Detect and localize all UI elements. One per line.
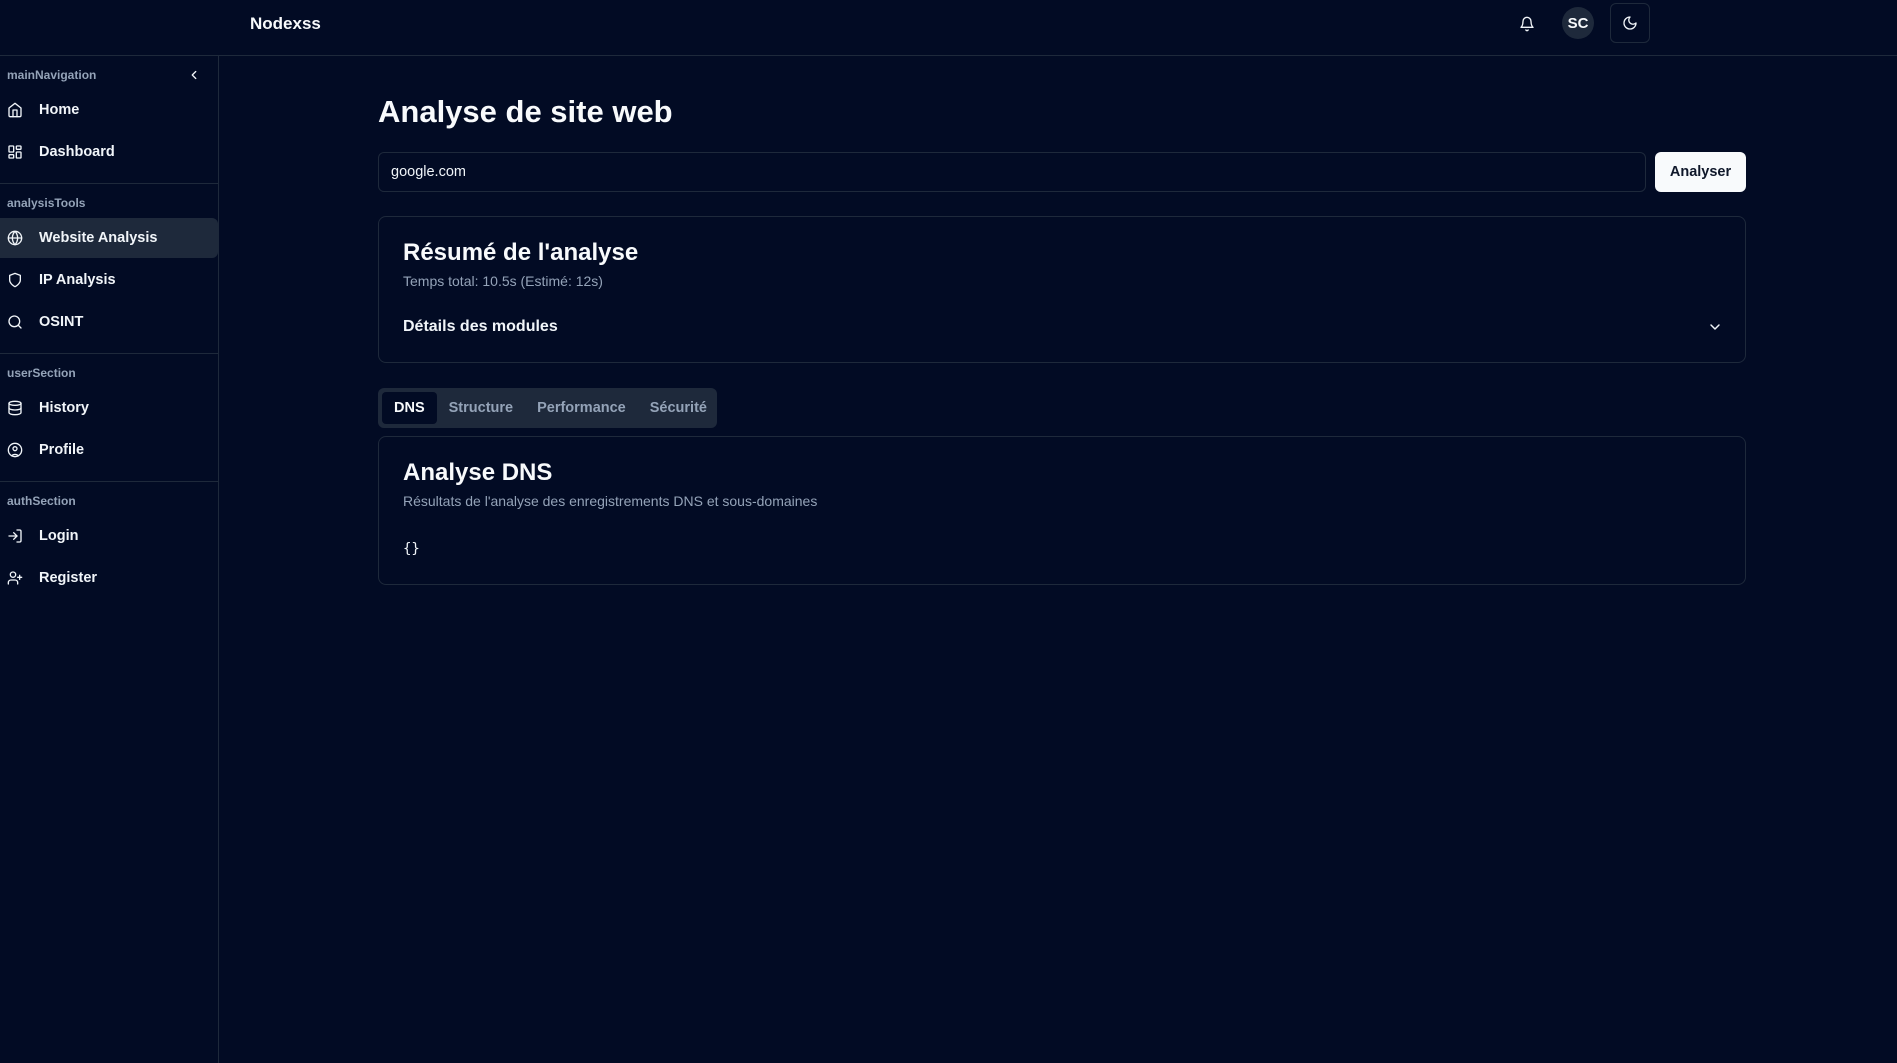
sidebar-item-label: Profile bbox=[39, 442, 85, 458]
summary-title: Résumé de l'analyse bbox=[403, 239, 639, 266]
bell-icon bbox=[1520, 16, 1534, 32]
sidebar-item-label: Dashboard bbox=[39, 144, 115, 160]
app-logo[interactable]: Nodexss bbox=[250, 14, 321, 34]
sidebar-item-label: OSINT bbox=[39, 314, 84, 330]
dns-subtitle: Résultats de l'analyse des enregistremen… bbox=[403, 493, 818, 509]
sidebar-item-profile[interactable]: Profile bbox=[0, 430, 218, 470]
dashboard-icon bbox=[7, 144, 23, 160]
tab-performance[interactable]: Performance bbox=[525, 392, 638, 424]
sidebar-section-title: authSection bbox=[7, 494, 76, 508]
summary-card: Résumé de l'analyse Temps total: 10.5s (… bbox=[378, 216, 1746, 363]
summary-subtitle: Temps total: 10.5s (Estimé: 12s) bbox=[403, 273, 603, 289]
sidebar-section-title: mainNavigation bbox=[7, 68, 97, 82]
sidebar-section-main: mainNavigation Home Dashboard bbox=[0, 56, 218, 184]
url-input[interactable] bbox=[378, 152, 1646, 192]
module-details-label: Détails des modules bbox=[403, 318, 558, 335]
top-bar: Nodexss SC bbox=[0, 0, 1897, 56]
sidebar: mainNavigation Home Dashboard analysisTo… bbox=[0, 56, 219, 1063]
avatar[interactable]: SC bbox=[1562, 7, 1594, 39]
page-title: Analyse de site web bbox=[378, 94, 673, 129]
dns-json-output: {} bbox=[403, 541, 420, 557]
dns-card: Analyse DNS Résultats de l'analyse des e… bbox=[378, 436, 1746, 585]
shield-icon bbox=[7, 272, 23, 288]
sidebar-item-home[interactable]: Home bbox=[0, 90, 218, 130]
sidebar-section-title: userSection bbox=[7, 366, 76, 380]
moon-icon bbox=[1623, 16, 1637, 30]
sidebar-item-website-analysis[interactable]: Website Analysis bbox=[0, 218, 218, 258]
theme-toggle-button[interactable] bbox=[1610, 3, 1650, 43]
database-icon bbox=[7, 400, 23, 416]
sidebar-item-dashboard[interactable]: Dashboard bbox=[0, 132, 218, 172]
tab-structure[interactable]: Structure bbox=[437, 392, 525, 424]
sidebar-item-history[interactable]: History bbox=[0, 388, 218, 428]
chevron-left-icon bbox=[191, 70, 197, 80]
sidebar-section-auth: authSection Login Register bbox=[0, 482, 218, 609]
tab-securite[interactable]: Sécurité bbox=[638, 392, 719, 424]
analysis-tabs: DNS Structure Performance Sécurité bbox=[378, 388, 717, 428]
analyse-button[interactable]: Analyser bbox=[1655, 152, 1746, 192]
sidebar-item-label: Login bbox=[39, 528, 79, 544]
sidebar-section-analysis: analysisTools Website Analysis IP Analys… bbox=[0, 184, 218, 354]
sidebar-section-user: userSection History Profile bbox=[0, 354, 218, 482]
module-details-toggle[interactable]: Détails des modules bbox=[403, 315, 1723, 339]
dns-title: Analyse DNS bbox=[403, 459, 553, 486]
sidebar-item-label: Register bbox=[39, 570, 98, 586]
sidebar-item-label: Home bbox=[39, 102, 80, 118]
sidebar-item-osint[interactable]: OSINT bbox=[0, 302, 218, 342]
user-circle-icon bbox=[7, 442, 23, 458]
globe-icon bbox=[7, 230, 23, 246]
collapse-sidebar-button[interactable] bbox=[186, 67, 202, 83]
sidebar-item-register[interactable]: Register bbox=[0, 558, 218, 598]
notifications-button[interactable] bbox=[1515, 12, 1539, 36]
login-icon bbox=[7, 528, 23, 544]
user-plus-icon bbox=[7, 570, 23, 586]
sidebar-item-label: Website Analysis bbox=[39, 230, 158, 246]
search-icon bbox=[7, 314, 23, 330]
chevron-down-icon bbox=[1710, 324, 1720, 330]
sidebar-section-title: analysisTools bbox=[7, 196, 86, 210]
tab-dns[interactable]: DNS bbox=[382, 392, 437, 424]
sidebar-item-ip-analysis[interactable]: IP Analysis bbox=[0, 260, 218, 300]
sidebar-item-label: History bbox=[39, 400, 89, 416]
sidebar-item-login[interactable]: Login bbox=[0, 516, 218, 556]
sidebar-item-label: IP Analysis bbox=[39, 272, 116, 288]
home-icon bbox=[7, 102, 23, 118]
